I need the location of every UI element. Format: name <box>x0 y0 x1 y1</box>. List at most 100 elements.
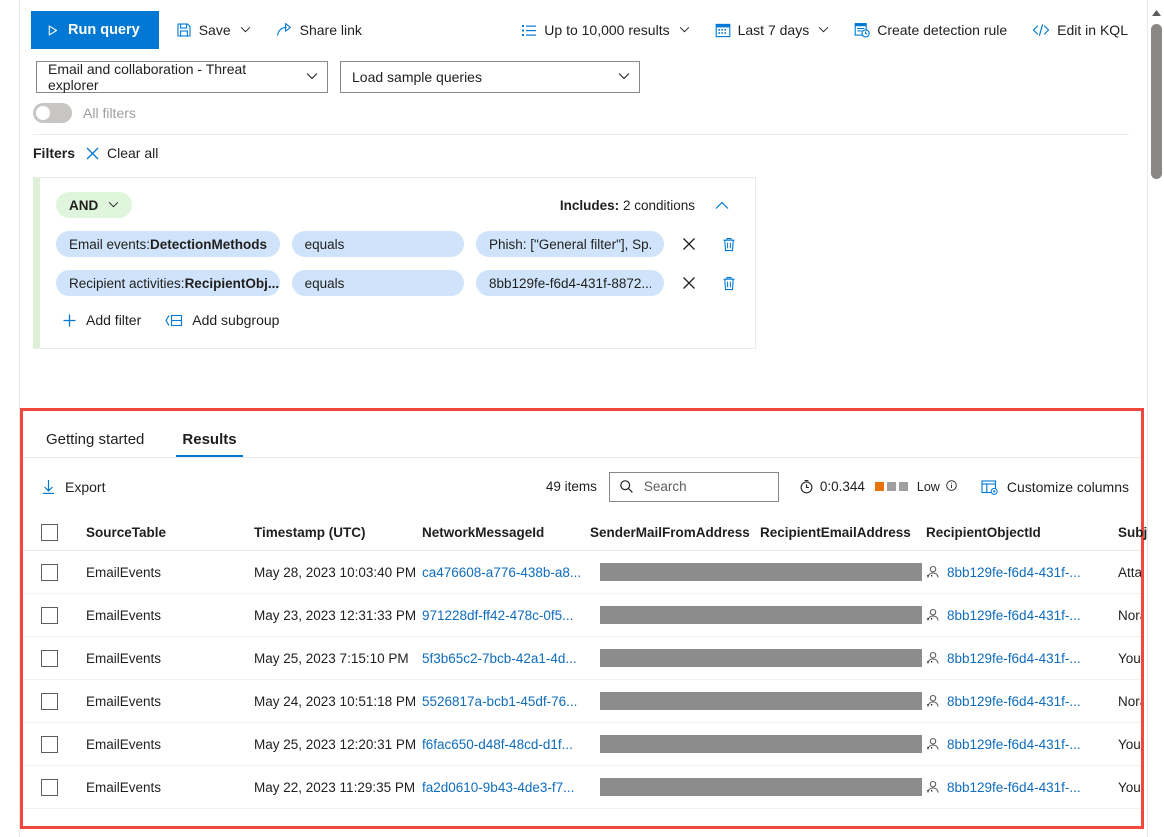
row-checkbox[interactable] <box>41 778 58 796</box>
clear-filter-value-2-button[interactable] <box>676 270 703 296</box>
filter-condition-row: Email events: DetectionMethods equals Ph… <box>56 231 739 257</box>
sample-queries-dropdown[interactable]: Load sample queries <box>340 61 640 93</box>
filter-operator-1[interactable]: equals <box>291 231 464 257</box>
cell-recipientobjectid-link[interactable]: 8bb129fe-f6d4-431f-... <box>947 694 1081 709</box>
cell-recipientobjectid-link[interactable]: 8bb129fe-f6d4-431f-... <box>947 737 1081 752</box>
cell-networkmessageid[interactable]: 971228df-ff42-478c-0f5... <box>422 608 590 623</box>
create-detection-rule-button[interactable]: Create detection rule <box>846 14 1015 46</box>
edit-in-kql-button[interactable]: Edit in KQL <box>1024 14 1136 46</box>
filter-value-1-label: Phish: ["General filter"], Sp... <box>488 236 651 252</box>
column-header-timestamp[interactable]: Timestamp (UTC) <box>254 525 422 540</box>
cell-networkmessageid[interactable]: 5526817a-bcb1-45df-76... <box>422 694 590 709</box>
clear-filter-value-1-button[interactable] <box>676 231 703 257</box>
cell-networkmessageid[interactable]: 5f3b65c2-7bcb-42a1-4d... <box>422 651 590 666</box>
chevron-down-icon <box>679 25 690 36</box>
filter-group-operator[interactable]: AND <box>56 192 133 218</box>
calendar-icon <box>715 22 731 38</box>
column-header-sendermailfromaddress[interactable]: SenderMailFromAddress <box>590 525 760 540</box>
columns-icon <box>981 479 998 495</box>
column-header-sourcetable[interactable]: SourceTable <box>86 525 254 540</box>
select-all-checkbox[interactable] <box>41 524 58 541</box>
row-select-cell <box>41 692 86 710</box>
cell-networkmessageid[interactable]: ca476608-a776-438b-a8... <box>422 565 590 580</box>
redaction-bar <box>600 692 922 710</box>
scroll-up-button[interactable] <box>1148 6 1164 20</box>
cell-recipientobjectid[interactable]: 8bb129fe-f6d4-431f-... <box>926 780 1118 795</box>
cell-recipientobjectid[interactable]: 8bb129fe-f6d4-431f-... <box>926 651 1118 666</box>
page-scrollbar[interactable] <box>1147 0 1164 837</box>
cell-recipientobjectid[interactable]: 8bb129fe-f6d4-431f-... <box>926 565 1118 580</box>
share-link-button[interactable]: Share link <box>268 14 370 46</box>
filter-field-2[interactable]: Recipient activities: RecipientObj... <box>56 270 280 296</box>
chevron-down-icon <box>818 25 829 36</box>
collapse-group-button[interactable] <box>711 194 733 216</box>
select-all-cell <box>41 524 86 541</box>
cell-sourcetable: EmailEvents <box>86 607 162 623</box>
customize-columns-button[interactable]: Customize columns <box>981 479 1129 495</box>
add-filter-button[interactable]: Add filter <box>62 312 141 328</box>
cell-sender-trailing: .. <box>926 693 934 709</box>
time-range-label: Last 7 days <box>737 22 810 38</box>
delete-filter-2-button[interactable] <box>718 270 739 296</box>
time-range-button[interactable]: Last 7 days <box>707 14 838 46</box>
cell-networkmessageid[interactable]: f6fac650-d48f-48cd-d1f... <box>422 737 590 752</box>
row-checkbox[interactable] <box>41 649 58 667</box>
search-box[interactable] <box>608 471 779 502</box>
run-query-button[interactable]: Run query <box>31 11 159 49</box>
table-row[interactable]: EmailEvents May 25, 2023 7:15:10 PM 5f3b… <box>23 637 1141 680</box>
row-checkbox[interactable] <box>41 606 58 624</box>
redaction-bar <box>600 563 922 581</box>
add-subgroup-button[interactable]: Add subgroup <box>165 312 279 328</box>
subgroup-icon <box>165 313 183 328</box>
cell-recipientobjectid-link[interactable]: 8bb129fe-f6d4-431f-... <box>947 565 1081 580</box>
all-filters-toggle[interactable] <box>33 103 72 123</box>
export-button[interactable]: Export <box>41 479 105 495</box>
column-header-recipientobjectid[interactable]: RecipientObjectId <box>926 525 1118 540</box>
cell-recipientobjectid-link[interactable]: 8bb129fe-f6d4-431f-... <box>947 608 1081 623</box>
results-table: SourceTable Timestamp (UTC) NetworkMessa… <box>23 515 1164 809</box>
delete-filter-1-button[interactable] <box>718 231 739 257</box>
filter-value-2[interactable]: 8bb129fe-f6d4-431f-8872... <box>475 270 664 296</box>
cell-recipientobjectid[interactable]: 8bb129fe-f6d4-431f-... <box>926 608 1118 623</box>
info-icon[interactable] <box>946 480 957 493</box>
row-checkbox[interactable] <box>41 735 58 753</box>
clear-all-button[interactable]: Clear all <box>85 145 158 161</box>
table-row[interactable]: EmailEvents May 24, 2023 10:51:18 PM 552… <box>23 680 1141 723</box>
scrollbar-thumb[interactable] <box>1151 24 1162 179</box>
results-limit-label: Up to 10,000 results <box>544 22 670 38</box>
table-row[interactable]: EmailEvents May 23, 2023 12:31:33 PM 971… <box>23 594 1141 637</box>
filter-value-1[interactable]: Phish: ["General filter"], Sp... <box>475 231 664 257</box>
cell-networkmessageid[interactable]: fa2d0610-9b43-4de3-f7... <box>422 780 590 795</box>
tab-getting-started[interactable]: Getting started <box>40 431 150 457</box>
redaction-bar <box>600 778 922 796</box>
query-source-row: Email and collaboration - Threat explore… <box>36 61 640 93</box>
column-header-recipientemailaddress[interactable]: RecipientEmailAddress <box>760 525 926 540</box>
scrollbar-track-top <box>1148 0 1164 4</box>
divider <box>33 134 1129 135</box>
data-source-dropdown[interactable]: Email and collaboration - Threat explore… <box>36 61 328 93</box>
table-row[interactable]: EmailEvents May 28, 2023 10:03:40 PM ca4… <box>23 551 1141 594</box>
results-limit-button[interactable]: Up to 10,000 results <box>513 14 697 46</box>
row-checkbox[interactable] <box>41 692 58 710</box>
cell-recipientobjectid-link[interactable]: 8bb129fe-f6d4-431f-... <box>947 651 1081 666</box>
table-row[interactable]: EmailEvents May 25, 2023 12:20:31 PM f6f… <box>23 723 1141 766</box>
tab-results[interactable]: Results <box>176 431 243 457</box>
filter-field-1[interactable]: Email events: DetectionMethods <box>56 231 280 257</box>
search-input[interactable] <box>641 478 762 495</box>
save-button[interactable]: Save <box>168 14 259 46</box>
results-command-bar: Export 49 items 0:0.344 <box>23 458 1141 515</box>
cell-timestamp: May 22, 2023 11:29:35 PM <box>254 779 416 795</box>
table-row[interactable]: EmailEvents May 22, 2023 11:29:35 PM fa2… <box>23 766 1141 809</box>
column-header-networkmessageid[interactable]: NetworkMessageId <box>422 525 590 540</box>
filter-operator-2[interactable]: equals <box>291 270 464 296</box>
cell-timestamp: May 25, 2023 7:15:10 PM <box>254 650 409 666</box>
cell-recipientobjectid[interactable]: 8bb129fe-f6d4-431f-... <box>926 694 1118 709</box>
download-icon <box>41 479 56 495</box>
cell-recipientobjectid-link[interactable]: 8bb129fe-f6d4-431f-... <box>947 780 1081 795</box>
results-panel: Getting started Results Export 49 items <box>20 408 1164 829</box>
edit-in-kql-label: Edit in KQL <box>1057 22 1128 38</box>
cell-recipientobjectid[interactable]: 8bb129fe-f6d4-431f-... <box>926 737 1118 752</box>
complexity-bars <box>874 482 908 491</box>
row-checkbox[interactable] <box>41 563 58 581</box>
close-icon <box>682 238 695 250</box>
